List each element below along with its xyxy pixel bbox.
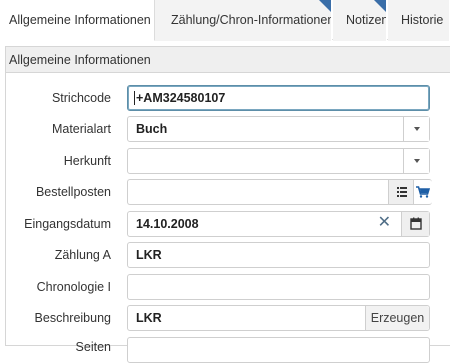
order-line-input[interactable] bbox=[127, 179, 432, 205]
receipt-date-value: 14.10.2008 bbox=[136, 217, 199, 231]
material-type-dropdown-button[interactable] bbox=[403, 117, 429, 141]
enumeration-a-value: LKR bbox=[136, 248, 162, 262]
barcode-input[interactable]: +AM324580107 bbox=[127, 85, 430, 111]
enumeration-a-label: Zählung A bbox=[54, 248, 111, 262]
chronology-i-input[interactable] bbox=[127, 274, 430, 300]
tab-notes[interactable]: Notizen bbox=[333, 0, 387, 41]
tab-count-chron-information[interactable]: Zählung/Chron-Informationen bbox=[155, 0, 332, 41]
tab-label: Historie bbox=[401, 13, 444, 27]
panel-title: Allgemeine Informationen bbox=[9, 53, 151, 67]
shopping-cart-icon[interactable] bbox=[416, 186, 430, 198]
material-type-select[interactable]: Buch bbox=[127, 116, 430, 142]
tab-history[interactable]: Historie bbox=[388, 0, 450, 41]
order-line-list-button[interactable] bbox=[388, 180, 414, 204]
chevron-down-icon bbox=[413, 127, 420, 131]
tab-label: Zählung/Chron-Informationen bbox=[171, 13, 332, 27]
tab-marker-icon bbox=[319, 0, 331, 12]
panel-header: Allgemeine Informationen bbox=[6, 47, 450, 73]
barcode-value: +AM324580107 bbox=[136, 91, 226, 105]
material-type-value: Buch bbox=[136, 122, 168, 136]
tab-general-information[interactable]: Allgemeine Informationen bbox=[0, 0, 155, 41]
origin-dropdown-button[interactable] bbox=[403, 149, 429, 173]
description-label: Beschreibung bbox=[34, 311, 111, 325]
chronology-i-label: Chronologie I bbox=[36, 280, 111, 294]
order-line-label: Bestellposten bbox=[35, 185, 111, 199]
list-icon bbox=[397, 187, 407, 197]
pages-input[interactable] bbox=[127, 337, 430, 363]
barcode-label: Strichcode bbox=[51, 91, 111, 105]
origin-label: Herkunft bbox=[63, 154, 111, 168]
description-value: LKR bbox=[136, 311, 162, 325]
origin-select[interactable] bbox=[127, 148, 430, 174]
tab-label: Allgemeine Informationen bbox=[9, 13, 151, 27]
enumeration-a-input[interactable]: LKR bbox=[127, 242, 430, 268]
close-icon[interactable]: ✕ bbox=[378, 215, 391, 231]
calendar-button[interactable] bbox=[401, 212, 429, 236]
tab-bar: Allgemeine Informationen Zählung/Chron-I… bbox=[0, 0, 450, 41]
chevron-down-icon bbox=[413, 159, 420, 163]
description-input[interactable]: LKR Erzeugen bbox=[127, 305, 430, 331]
text-caret bbox=[134, 91, 135, 105]
receipt-date-label: Eingangsdatum bbox=[24, 217, 111, 231]
material-type-label: Materialart bbox=[51, 122, 111, 136]
calendar-icon bbox=[410, 217, 422, 230]
pages-label: Seiten bbox=[75, 340, 111, 354]
generate-button[interactable]: Erzeugen bbox=[365, 306, 429, 330]
tab-label: Notizen bbox=[346, 13, 387, 27]
tab-marker-icon bbox=[374, 0, 386, 12]
receipt-date-input[interactable]: 14.10.2008 ✕ bbox=[127, 211, 430, 237]
